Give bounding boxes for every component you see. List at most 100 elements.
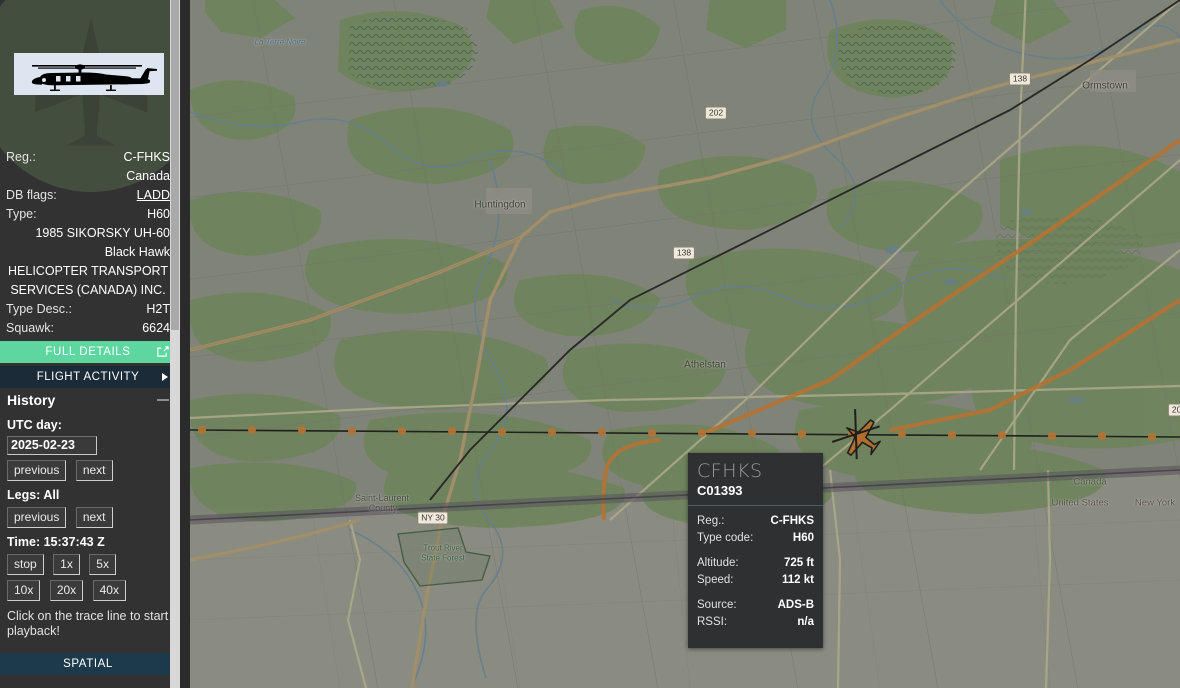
map-place-label: United States: [1051, 497, 1109, 509]
popup-row-label: Altitude:: [697, 557, 739, 569]
legs-next-button[interactable]: next: [75, 507, 113, 528]
popup-row-value: ADS-B: [777, 599, 814, 611]
minus-collapse-icon[interactable]: [157, 399, 169, 401]
popup-row-value: H60: [792, 532, 814, 544]
info-row-dbflags: DB flags: LADD: [0, 186, 176, 205]
playback-20x-button[interactable]: 20x: [49, 580, 84, 601]
map-place-label: Saint-Laurent: [354, 493, 410, 503]
popup-row: Altitude: 725 ft: [697, 555, 814, 572]
popup-row-label: RSSI:: [697, 616, 728, 628]
popup-callsign: CFHKS: [697, 460, 763, 482]
spatial-button[interactable]: SPATIAL: [0, 653, 176, 675]
external-link-icon: [157, 346, 169, 357]
popup-row-label: Reg.:: [697, 515, 725, 527]
legs-label: Legs: All: [7, 488, 60, 502]
squawk-value: 6624: [142, 321, 170, 335]
map-place-label: State Forest: [421, 553, 465, 563]
popup-row: Source: ADS-B: [697, 597, 814, 614]
legs-previous-button[interactable]: previous: [7, 507, 67, 528]
aircraft-sidebar: Reg.: C-FHKS Canada DB flags: LADD Type:…: [0, 0, 180, 688]
popup-row: Type code: H60: [697, 530, 814, 547]
info-row-reg: Reg.: C-FHKS: [0, 148, 176, 167]
spatial-label: SPATIAL: [63, 658, 113, 670]
typedesc-value: H2T: [146, 302, 170, 316]
playback-hint: Click on the trace line to start playbac…: [7, 609, 169, 638]
popup-body: Reg.: C-FHKS Type code: H60 Altitude: 725 ft S…: [688, 506, 823, 639]
playback-10x-button[interactable]: 10x: [7, 580, 41, 601]
day-previous-button[interactable]: previous: [7, 460, 67, 481]
dbflags-label: DB flags:: [6, 188, 57, 202]
day-nav-buttons: previous next: [7, 460, 169, 481]
typedesc-label: Type Desc.:: [6, 302, 72, 316]
sidebar-scrollbar-track[interactable]: [170, 0, 180, 688]
operator-line-2: SERVICES (CANADA) INC.: [10, 283, 166, 297]
popup-row: Reg.: C-FHKS: [697, 513, 814, 530]
flight-activity-button[interactable]: FLIGHT ACTIVITY: [0, 366, 176, 388]
chevron-right-icon: [162, 373, 168, 381]
popup-row: Speed: 112 kt: [697, 572, 814, 589]
popup-row-value: n/a: [797, 616, 814, 628]
dbflags-link[interactable]: LADD: [137, 186, 170, 205]
type-value: H60: [147, 207, 170, 221]
flight-tracker-app: La Terre Noire Huntingdon Ormstown Athelsta…: [0, 0, 1180, 688]
map-tiles: [190, 0, 1180, 688]
playback-5x-button[interactable]: 5x: [89, 554, 116, 575]
utc-day-input[interactable]: 2025-02-23: [7, 436, 97, 455]
route-shield: 202: [704, 106, 728, 120]
country-value: Canada: [126, 169, 170, 183]
legs-nav-buttons: previous next: [7, 507, 169, 528]
map-place-label: La Terre Noire: [254, 37, 306, 47]
utc-day-label: UTC day:: [7, 418, 62, 432]
reg-value: C-FHKS: [123, 150, 170, 164]
full-details-button[interactable]: FULL DETAILS: [0, 341, 176, 363]
helicopter-silhouette-icon: [31, 64, 157, 91]
reg-label: Reg.:: [6, 150, 36, 164]
history-section-body: UTC day: 2025-02-23 previous next Legs: …: [0, 418, 176, 639]
aircraft-photo[interactable]: [14, 53, 164, 95]
model-line-1: 1985 SIKORSKY UH-60: [35, 226, 170, 240]
playback-speed-row-1: stop 1x 5x: [7, 554, 169, 575]
map-place-label: Athelstan: [684, 359, 726, 371]
info-row-typedesc: Type Desc.: H2T: [0, 300, 176, 319]
playback-40x-button[interactable]: 40x: [92, 580, 126, 601]
info-row-type: Type: H60: [0, 205, 176, 224]
playback-1x-button[interactable]: 1x: [53, 554, 80, 575]
map-place-label: Huntingdon: [474, 199, 526, 211]
type-label: Type:: [6, 207, 37, 221]
playback-stop-button[interactable]: stop: [7, 554, 44, 575]
popup-row-value: 112 kt: [782, 574, 814, 586]
map-canvas[interactable]: La Terre Noire Huntingdon Ormstown Athelsta…: [190, 0, 1180, 688]
model-line-2: Black Hawk: [104, 245, 170, 259]
map-place-label: Trout River: [423, 543, 463, 553]
playback-time-label: Time: 15:37:43 Z: [7, 535, 105, 549]
popup-row-label: Type code:: [697, 532, 754, 544]
map-place-label: Ormstown: [1082, 80, 1128, 92]
full-details-label: FULL DETAILS: [45, 346, 131, 358]
popup-row-value: C-FHKS: [770, 515, 814, 527]
popup-header: CFHKS C01393: [688, 453, 823, 506]
aircraft-info-popup[interactable]: CFHKS C01393 Reg.: C-FHKS Type code: H60 Alt…: [688, 453, 823, 648]
map-place-label: Canada: [1073, 476, 1107, 488]
popup-row-value: 725 ft: [783, 557, 814, 569]
sidebar-scrollbar-thumb[interactable]: [171, 0, 179, 330]
squawk-label: Squawk:: [6, 321, 54, 335]
popup-row: RSSI: n/a: [697, 614, 814, 631]
popup-row-label: Source:: [697, 599, 737, 611]
route-shield: 202: [1167, 403, 1180, 417]
operator-line-1: HELICOPTER TRANSPORT: [8, 264, 168, 278]
history-section-header[interactable]: History: [0, 390, 176, 410]
route-shield: 138: [672, 246, 696, 260]
popup-row-gap: [697, 547, 814, 555]
aircraft-info-table: Reg.: C-FHKS Canada DB flags: LADD Type:…: [0, 148, 176, 338]
flight-activity-label: FLIGHT ACTIVITY: [36, 371, 140, 383]
map-place-label: County: [368, 503, 398, 513]
info-row-squawk: Squawk: 6624: [0, 319, 176, 338]
history-title: History: [7, 392, 56, 408]
playback-speed-row-2: 10x 20x 40x: [7, 580, 169, 601]
popup-row-label: Speed:: [697, 574, 734, 586]
day-next-button[interactable]: next: [75, 460, 113, 481]
popup-row-gap: [697, 589, 814, 597]
popup-flight-id: C01393: [697, 483, 743, 498]
